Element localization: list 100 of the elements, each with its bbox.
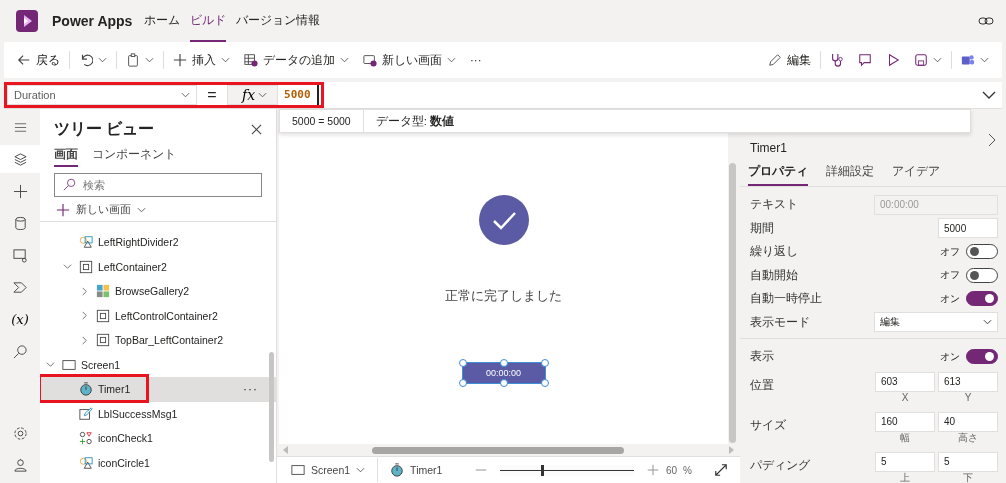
evaluation-result: 5000 = 5000 [280,110,364,132]
teams-icon [961,53,975,67]
toolbar-button[interactable]: 編集 [763,48,816,72]
toggle-switch[interactable] [966,291,998,307]
number-field[interactable]: 40 [938,411,998,432]
toolbar-button[interactable]: 新しい画面 [358,48,461,72]
checkmark-circle-icon [478,195,529,245]
property-label: パディング [750,456,810,474]
panel-tab[interactable]: 画面 [54,146,78,167]
tree-item-label: BrowseGallery2 [115,285,190,298]
success-message: 正常に完了しました [445,287,562,305]
expand-chevron-icon[interactable] [80,335,89,345]
tree-item-label: LeftRightDivider2 [98,236,179,249]
search-field[interactable]: 検索 [54,173,262,197]
formula-input[interactable]: 5000 [278,85,319,105]
chevron-right-icon[interactable] [988,133,996,147]
panel-tab[interactable]: アイデア [892,163,940,186]
stethoscope-icon [830,53,844,67]
icon-set-icon [79,431,93,446]
number-field[interactable]: 5000 [938,218,998,239]
number-field[interactable]: 5 [938,451,998,472]
chevron-down-icon[interactable] [982,91,996,99]
toggle-switch[interactable] [966,244,998,260]
number-field[interactable]: 160 [875,411,935,432]
panel-tab[interactable]: 詳細設定 [826,163,874,186]
property-label: 表示モード [750,313,810,331]
more-options-button[interactable]: ··· [243,382,258,397]
sidebar-button[interactable]: (x) [0,305,40,333]
tree-item[interactable]: LeftControlContainer2 [40,303,276,328]
panel-tab[interactable]: プロパティ [748,163,808,186]
number-field[interactable]: 613 [938,371,998,392]
save-icon [914,53,928,67]
control-name: Timer1 [749,140,788,155]
property-label: 期間 [750,219,774,237]
chevron-down-icon [181,92,190,98]
chevron-down-icon [258,92,268,98]
screen-add-icon [363,53,377,67]
container-icon [96,308,110,323]
tree-item[interactable]: TopBar_LeftContainer2 [40,328,276,353]
close-icon[interactable] [251,124,262,135]
expand-chevron-icon[interactable] [80,311,89,321]
nav-tab[interactable]: バージョン情報 [236,0,321,42]
zoom-slider[interactable] [499,464,634,476]
sidebar-button[interactable] [0,145,40,173]
plus-icon [56,203,70,217]
fullscreen-icon[interactable] [714,463,728,477]
screen-icon [62,357,76,372]
app-logo-icon [16,10,38,32]
function-button[interactable]: fx [227,85,279,105]
field-caption: 高さ [958,431,978,444]
chevron-down-icon [145,57,154,63]
field-caption: 下 [963,471,973,483]
settings-icon [12,425,28,441]
expand-chevron-icon[interactable] [63,262,72,272]
tree-item[interactable]: LblSuccessMsg1 [40,401,276,426]
toolbar-button[interactable]: 挿入 [168,48,235,72]
chevron-down-icon [98,57,107,63]
tree-item[interactable]: BrowseGallery2 [40,279,276,304]
control-selector[interactable]: Timer1 [388,461,445,479]
number-field[interactable]: 603 [875,371,935,392]
expand-chevron-icon[interactable] [80,286,89,296]
undo-icon [79,53,93,67]
toolbar-button[interactable]: データの追加 [239,48,354,72]
tree-item-label: Screen1 [81,358,121,371]
tree-item[interactable]: Timer1 ··· [40,377,276,402]
chevron-down-icon [933,57,942,63]
pencil-icon [768,53,782,67]
chevron-down-icon [983,319,992,326]
scrollbar-thumb[interactable] [372,446,624,454]
equals-sign: = [206,85,218,105]
tree-item[interactable]: LeftContainer2 [40,254,276,279]
expand-chevron-icon[interactable] [46,360,55,370]
app-name: Power Apps [52,13,133,29]
new-screen-button[interactable]: 新しい画面 [40,197,276,221]
tree-item[interactable]: iconCircle1 [40,450,276,475]
screen-icon [291,463,305,477]
toggle-state-label: オン [940,291,960,306]
property-dropdown[interactable]: Duration [7,85,197,105]
toolbar-button[interactable]: 戻る [12,48,65,72]
dropdown-field[interactable]: 編集 [874,312,998,333]
toggle-switch[interactable] [966,349,998,365]
tree-item-label: TopBar_LeftContainer2 [115,334,223,347]
tree-item[interactable]: LeftRightDivider2 [40,230,276,255]
toggle-switch[interactable] [966,267,998,283]
database-icon [12,215,28,231]
screen-selector[interactable]: Screen1 [289,461,368,479]
layers-icon [12,151,28,167]
nav-tab[interactable]: ホーム [144,0,181,42]
panel-tab[interactable]: コンポーネント [92,146,176,167]
scrollbar-thumb[interactable] [729,163,736,443]
comment-icon [858,53,872,67]
tree-item[interactable]: Screen1 [40,352,276,377]
property-label: 自動開始 [750,266,798,284]
search-icon [63,178,76,191]
variables-glyph: (x) [11,311,29,327]
link-icon[interactable] [978,16,994,26]
toolbar-button[interactable]: ··· [465,50,487,70]
property-label: サイズ [750,416,786,434]
number-field[interactable]: 5 [875,451,935,472]
tree-item[interactable]: iconCheck1 [40,426,276,451]
